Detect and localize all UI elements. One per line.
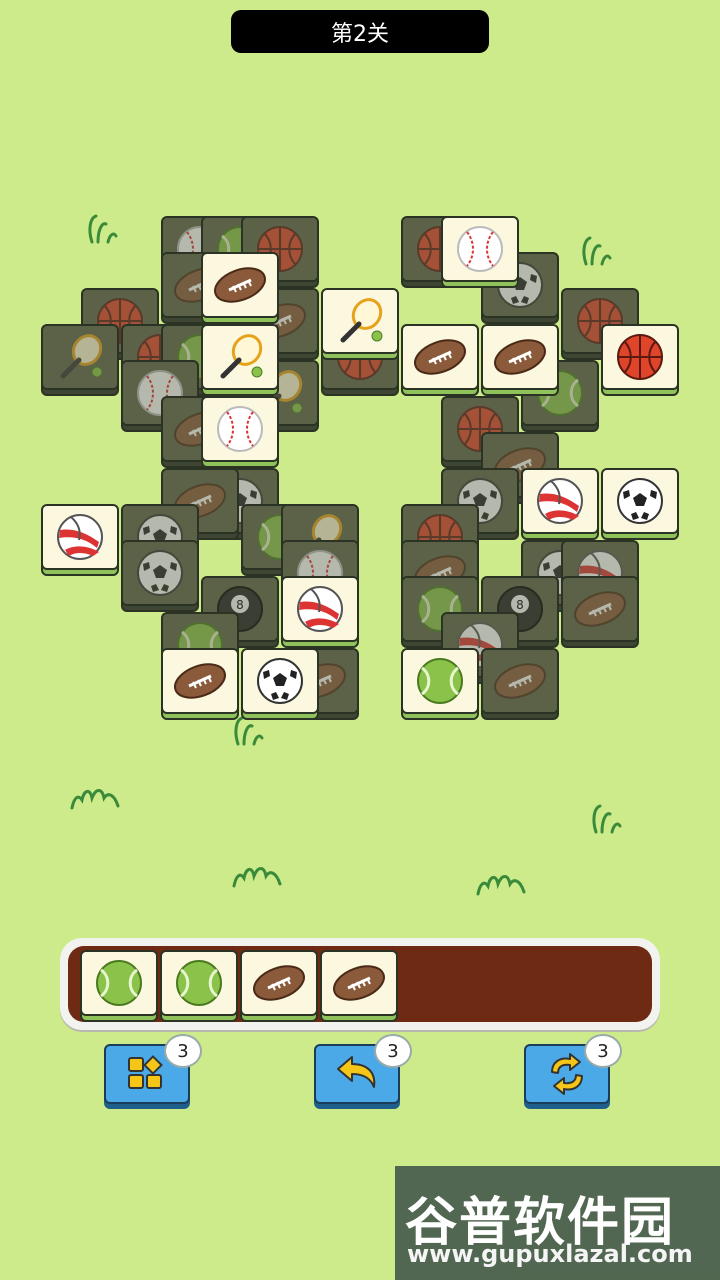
grass-decoration bbox=[476, 875, 526, 896]
football-icon bbox=[240, 950, 318, 1016]
tile[interactable] bbox=[201, 252, 279, 324]
soccer-ball-icon bbox=[121, 540, 199, 606]
tile[interactable] bbox=[481, 324, 559, 396]
baseball-icon bbox=[201, 396, 279, 462]
tile[interactable] bbox=[41, 504, 119, 576]
tennis-ball-icon bbox=[80, 950, 158, 1016]
shuffle-button[interactable]: 3 bbox=[104, 1034, 202, 1104]
watermark: 谷普软件园 www.gupuxlazal.com bbox=[395, 1166, 720, 1280]
refresh-button[interactable]: 3 bbox=[524, 1034, 622, 1104]
tile[interactable] bbox=[441, 216, 519, 288]
basketball-icon bbox=[601, 324, 679, 390]
tray-slots bbox=[68, 946, 652, 1022]
football-icon bbox=[561, 576, 639, 642]
tray-slot bbox=[160, 950, 238, 1022]
grass-decoration bbox=[232, 867, 282, 888]
volleyball-icon bbox=[41, 504, 119, 570]
soccer-ball-icon bbox=[601, 468, 679, 534]
tray-slot bbox=[240, 950, 318, 1022]
tile[interactable] bbox=[201, 324, 279, 396]
baseball-icon bbox=[441, 216, 519, 282]
tile[interactable] bbox=[601, 324, 679, 396]
tile[interactable] bbox=[601, 468, 679, 540]
shuffle-count-badge: 3 bbox=[164, 1034, 202, 1068]
undo-count-badge: 3 bbox=[374, 1034, 412, 1068]
tile[interactable] bbox=[401, 324, 479, 396]
tennis-ball-icon bbox=[401, 648, 479, 714]
tray-slot bbox=[320, 950, 398, 1022]
tile-tray bbox=[60, 938, 660, 1030]
refresh-icon bbox=[551, 1053, 583, 1095]
grass-decoration bbox=[70, 789, 120, 810]
undo-arrow-icon bbox=[337, 1056, 376, 1088]
tennis-racket-icon bbox=[41, 324, 119, 390]
refresh-count-badge: 3 bbox=[584, 1034, 622, 1068]
svg-text:8: 8 bbox=[516, 598, 524, 612]
volleyball-icon bbox=[521, 468, 599, 534]
tile bbox=[481, 648, 559, 720]
undo-button[interactable]: 3 bbox=[314, 1034, 412, 1104]
football-icon bbox=[481, 324, 559, 390]
tile-board: 88 bbox=[0, 0, 720, 760]
tile bbox=[41, 324, 119, 396]
tile[interactable] bbox=[161, 648, 239, 720]
tile bbox=[121, 540, 199, 612]
football-icon bbox=[161, 648, 239, 714]
football-icon bbox=[481, 648, 559, 714]
tile[interactable] bbox=[521, 468, 599, 540]
shapes-icon bbox=[128, 1055, 163, 1089]
tile[interactable] bbox=[241, 648, 319, 720]
tray-slot bbox=[80, 950, 158, 1022]
tile bbox=[561, 576, 639, 648]
svg-text:8: 8 bbox=[236, 598, 244, 612]
football-icon bbox=[401, 324, 479, 390]
volleyball-icon bbox=[281, 576, 359, 642]
tennis-racket-icon bbox=[321, 288, 399, 354]
tennis-racket-icon bbox=[201, 324, 279, 390]
tennis-ball-icon bbox=[160, 950, 238, 1016]
football-icon bbox=[201, 252, 279, 318]
tile[interactable] bbox=[281, 576, 359, 648]
soccer-ball-icon bbox=[241, 648, 319, 714]
tile[interactable] bbox=[201, 396, 279, 468]
tile[interactable] bbox=[321, 288, 399, 360]
tile[interactable] bbox=[401, 648, 479, 720]
football-icon bbox=[320, 950, 398, 1016]
grass-decoration bbox=[592, 804, 622, 834]
watermark-url: www.gupuxlazal.com bbox=[407, 1240, 693, 1268]
